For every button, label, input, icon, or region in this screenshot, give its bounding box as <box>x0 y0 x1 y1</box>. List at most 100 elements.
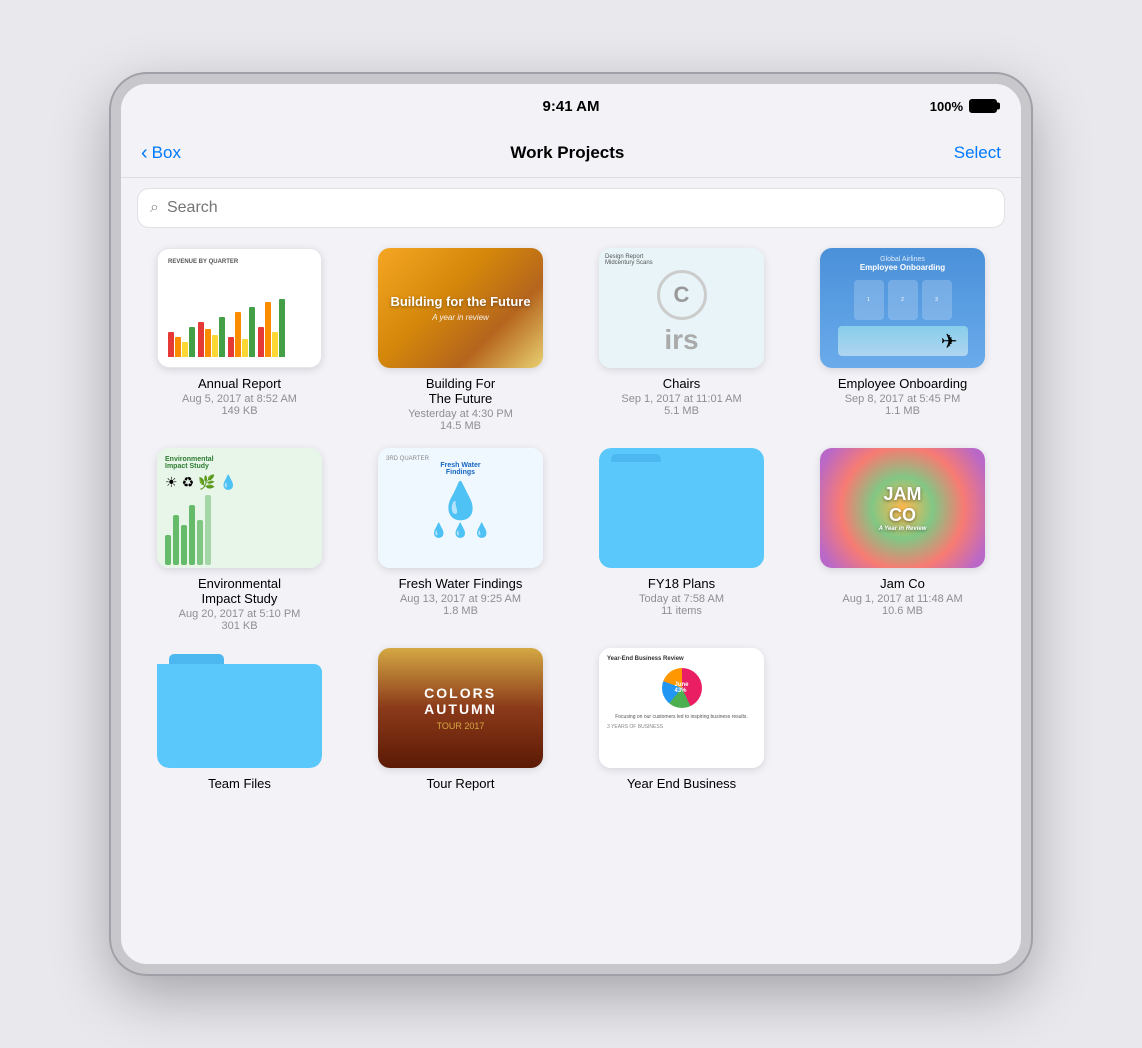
env-chart <box>165 495 314 565</box>
file-date: Yesterday at 4:30 PM <box>408 408 513 420</box>
nav-bar: ‹ Box Work Projects Select <box>121 128 1021 178</box>
bar-group <box>198 317 225 357</box>
bar <box>279 299 285 357</box>
list-item[interactable]: Global Airlines Employee Onboarding 1 2 … <box>800 248 1005 432</box>
file-thumbnail: EnvironmentalImpact Study ☀ ♻ 🌿 💧 <box>157 448 322 568</box>
chart-bars <box>168 271 311 357</box>
list-item[interactable]: Design ReportMidcentury Scans C irs Chai… <box>579 248 784 432</box>
list-item[interactable]: REVENUE BY QUARTER <box>137 248 342 432</box>
ye-title: Year-End Business Review <box>607 656 756 662</box>
ye-pie-chart: June43% <box>662 668 702 708</box>
file-date: Aug 20, 2017 at 5:10 PM <box>179 608 301 620</box>
file-thumbnail: Building for the Future A year in review <box>378 248 543 368</box>
file-size: 10.6 MB <box>882 605 923 617</box>
file-size: 11 items <box>661 605 702 617</box>
file-thumbnail: Year-End Business Review June43% Focusin… <box>599 648 764 768</box>
file-thumbnail <box>157 648 322 768</box>
file-thumbnail: Global Airlines Employee Onboarding 1 2 … <box>820 248 985 368</box>
step-3: 3 <box>922 280 952 320</box>
bar-group <box>228 307 255 357</box>
bar <box>175 337 181 357</box>
chairs-content: Design ReportMidcentury Scans C irs <box>599 248 764 368</box>
emp-title: Employee Onboarding <box>860 263 945 272</box>
file-name: Year End Business <box>627 776 736 791</box>
building-title: Building for the Future <box>390 294 530 309</box>
battery-icon <box>969 99 997 113</box>
fw-title: Fresh WaterFindings <box>440 462 480 476</box>
annual-chart: REVENUE BY QUARTER <box>158 249 321 367</box>
bar <box>198 322 204 357</box>
emp-logo: Global Airlines <box>880 256 925 263</box>
bar <box>205 329 211 357</box>
env-bar <box>205 495 211 565</box>
jamco-label: JAMCO A Year in Review <box>879 484 927 532</box>
ye-footer: 3 YEARS OF BUSINESS <box>607 724 756 730</box>
status-bar: 9:41 AM 100% <box>121 84 1021 128</box>
jamco-content: JAMCO A Year in Review <box>820 448 985 568</box>
file-size: 301 KB <box>221 620 257 632</box>
step-1: 1 <box>854 280 884 320</box>
file-size: 14.5 MB <box>440 420 481 432</box>
back-label: Box <box>152 143 181 163</box>
fw-drops: 💧 💧 💧 <box>430 522 490 539</box>
emp-plane: ✈ <box>838 326 968 356</box>
file-name: Fresh Water Findings <box>399 576 523 591</box>
search-input[interactable] <box>167 199 992 217</box>
env-title: EnvironmentalImpact Study <box>165 456 314 470</box>
file-name: Jam Co <box>880 576 925 591</box>
file-name: Building ForThe Future <box>426 376 495 406</box>
tour-title: COLORSAUTUMN <box>424 685 497 717</box>
bar <box>182 342 188 357</box>
bar <box>219 317 225 357</box>
file-date: Sep 1, 2017 at 11:01 AM <box>621 393 741 405</box>
fy18-content <box>599 448 764 568</box>
content-area: REVENUE BY QUARTER <box>121 238 1021 974</box>
back-chevron-icon: ‹ <box>141 143 148 163</box>
file-name: Employee Onboarding <box>838 376 967 391</box>
env-icon-3: 🌿 <box>198 474 215 491</box>
list-item[interactable]: JAMCO A Year in Review Jam Co Aug 1, 201… <box>800 448 1005 632</box>
env-icon-2: ♻ <box>182 474 195 491</box>
drop-2: 💧 <box>452 522 469 539</box>
select-button[interactable]: Select <box>954 143 1001 163</box>
list-item[interactable]: EnvironmentalImpact Study ☀ ♻ 🌿 💧 <box>137 448 342 632</box>
drop-1: 💧 <box>430 522 447 539</box>
bar <box>242 339 248 357</box>
bar <box>168 332 174 357</box>
bar <box>189 327 195 357</box>
ye-subtitle: Focusing on our customers led to inspiri… <box>607 714 756 720</box>
chairs-text: irs <box>605 324 758 356</box>
bar <box>258 327 264 357</box>
list-item[interactable]: 3RD QUARTER Fresh WaterFindings 💧 💧 💧 💧 … <box>358 448 563 632</box>
env-bar <box>173 515 179 565</box>
employee-content: Global Airlines Employee Onboarding 1 2 … <box>820 248 985 368</box>
building-subtitle: A year in review <box>432 313 489 322</box>
file-size: 1.1 MB <box>885 405 920 417</box>
bar <box>228 337 234 357</box>
file-name: Team Files <box>208 776 271 791</box>
file-thumbnail: COLORSAUTUMN TOUR 2017 <box>378 648 543 768</box>
search-bar-wrap: ⌕ <box>121 178 1021 238</box>
file-name: Tour Report <box>427 776 495 791</box>
file-name: EnvironmentalImpact Study <box>198 576 281 606</box>
list-item[interactable]: COLORSAUTUMN TOUR 2017 Tour Report <box>358 648 563 793</box>
env-bar <box>181 525 187 565</box>
list-item[interactable]: Team Files <box>137 648 342 793</box>
file-name: Annual Report <box>198 376 281 391</box>
battery-fill <box>971 101 995 111</box>
emp-steps: 1 2 3 <box>854 280 952 320</box>
file-name: Chairs <box>663 376 701 391</box>
bar <box>272 332 278 357</box>
list-item[interactable]: Building for the Future A year in review… <box>358 248 563 432</box>
file-thumbnail: 3RD QUARTER Fresh WaterFindings 💧 💧 💧 💧 <box>378 448 543 568</box>
list-item[interactable]: FY18 Plans Today at 7:58 AM 11 items <box>579 448 784 632</box>
file-size: 5.1 MB <box>664 405 699 417</box>
water-drop-icon: 💧 <box>438 480 483 522</box>
file-date: Aug 5, 2017 at 8:52 AM <box>182 393 297 405</box>
tour-year: TOUR 2017 <box>437 721 485 731</box>
file-thumbnail: REVENUE BY QUARTER <box>157 248 322 368</box>
bar-group <box>258 299 285 357</box>
list-item[interactable]: Year-End Business Review June43% Focusin… <box>579 648 784 793</box>
search-bar[interactable]: ⌕ <box>137 188 1005 228</box>
back-button[interactable]: ‹ Box <box>141 143 181 163</box>
